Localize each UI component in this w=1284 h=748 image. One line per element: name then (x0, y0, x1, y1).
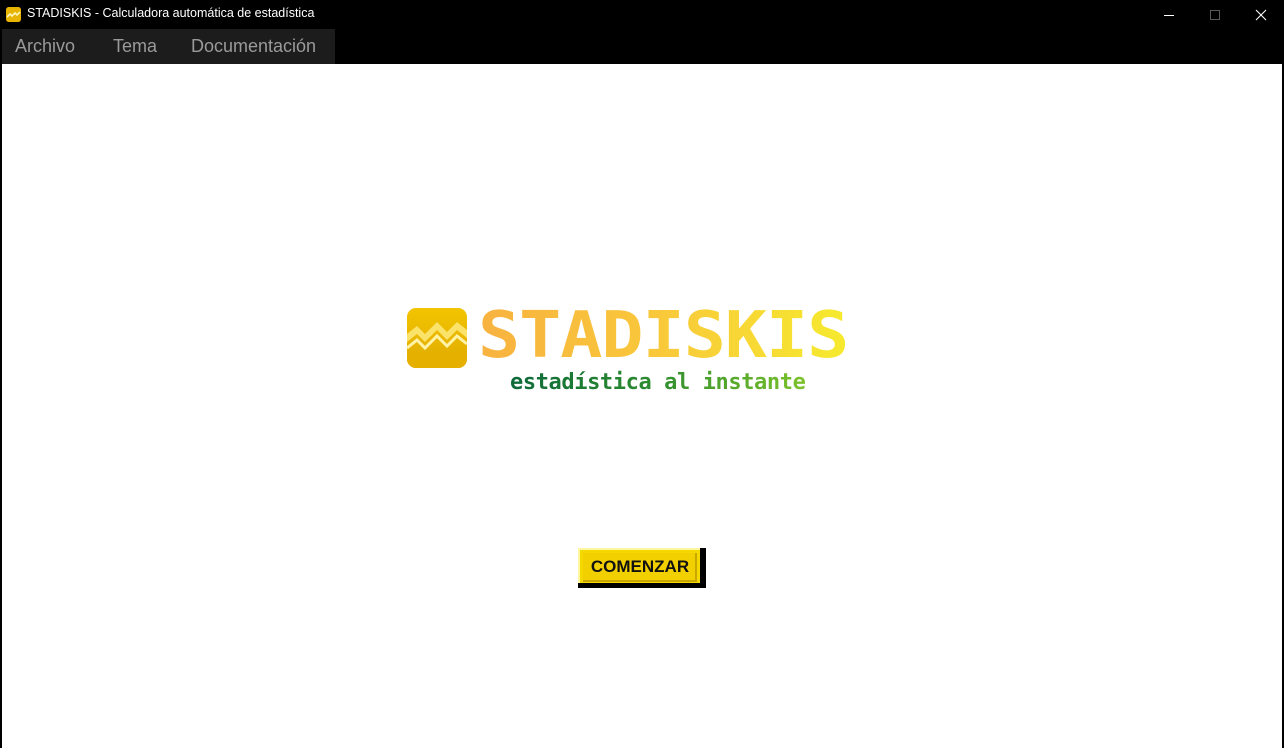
logo-tagline: estadística al instante (510, 370, 806, 395)
menu-bar: Archivo Tema Documentación (2, 29, 1282, 64)
menu-archivo[interactable]: Archivo (15, 36, 75, 57)
close-icon (1255, 9, 1267, 20)
app-icon (6, 7, 21, 22)
minimize-button[interactable] (1146, 0, 1192, 29)
app-window: STADISKIS - Calculadora automática de es… (0, 0, 1284, 748)
menu-documentacion[interactable]: Documentación (191, 36, 316, 57)
main-content: STADISKIS estadística al instante COMENZ… (2, 64, 1282, 748)
close-button[interactable] (1238, 0, 1284, 29)
menu-group: Archivo Tema Documentación (2, 29, 335, 64)
comenzar-button-label: COMENZAR (590, 557, 690, 576)
title-bar: STADISKIS - Calculadora automática de es… (0, 0, 1284, 29)
stadiskis-logo-icon (407, 308, 467, 368)
comenzar-button[interactable]: COMENZAR (578, 548, 706, 588)
window-title: STADISKIS - Calculadora automática de es… (27, 6, 315, 20)
window-controls (1146, 0, 1284, 29)
logo-wordmark: STADISKIS (478, 297, 849, 373)
minimize-icon (1164, 14, 1174, 16)
maximize-icon (1210, 9, 1220, 20)
menu-tema[interactable]: Tema (113, 36, 157, 57)
maximize-button[interactable] (1192, 0, 1238, 29)
button-shadow-bottom (578, 583, 706, 588)
